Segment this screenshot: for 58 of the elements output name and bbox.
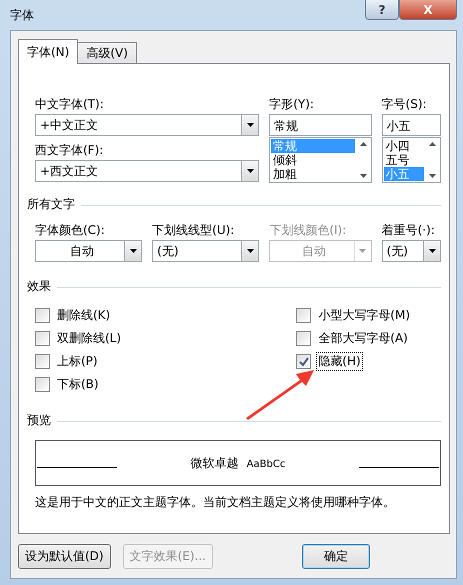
section-heading: 预览 <box>27 412 51 429</box>
check-icon <box>298 356 309 366</box>
combo-box[interactable]: 自动 <box>35 240 142 262</box>
scroll-up-icon[interactable] <box>360 142 367 146</box>
field-label: 字形(Y): <box>269 96 315 113</box>
tab[interactable]: 高级(V) <box>77 42 137 64</box>
checkbox[interactable] <box>35 377 50 392</box>
window-title: 字体 <box>10 7 34 24</box>
field-label: 字体颜色(C): <box>35 222 106 239</box>
checkbox[interactable] <box>296 331 312 346</box>
checkbox-label: 上标(P) <box>56 353 99 370</box>
list-item[interactable]: 五号 <box>384 153 424 167</box>
scroll-up-icon[interactable] <box>428 142 436 146</box>
scroll-down-icon[interactable] <box>360 174 367 178</box>
dropdown-arrow-icon <box>246 123 254 127</box>
scroll-down-icon[interactable] <box>428 174 436 178</box>
checkbox[interactable] <box>35 331 50 346</box>
style-input[interactable]: 常规 <box>269 114 372 136</box>
font-combo-box[interactable]: +中文正文 <box>35 114 260 136</box>
help-button[interactable]: ? <box>365 0 399 20</box>
combo-box[interactable]: (无) <box>382 240 442 262</box>
checkbox-label: 双删除线(L) <box>56 330 122 347</box>
checkbox-label: 全部大写字母(A) <box>317 330 409 347</box>
dialog-button[interactable]: 设为默认值(D) <box>18 544 111 569</box>
field-label: 西文字体(F): <box>35 142 104 159</box>
section-heading: 效果 <box>27 278 51 295</box>
dropdown-arrow-icon <box>246 249 254 253</box>
size-input[interactable]: 小五 <box>382 114 441 136</box>
font-combo-box[interactable]: +西文正文 <box>35 160 260 182</box>
dropdown-arrow-icon <box>359 249 366 253</box>
dropdown-arrow-icon <box>428 249 436 253</box>
field-label: 中文字体(T): <box>35 96 105 113</box>
tab[interactable]: 字体(N) <box>18 39 78 64</box>
field-label: 字号(S): <box>382 96 428 113</box>
checkbox-label: 下标(B) <box>56 376 100 393</box>
list-item[interactable]: 加粗 <box>271 167 355 181</box>
dropdown-arrow-icon <box>246 169 254 173</box>
description-text: 这是用于中文的正文主题字体。当前文档主题定义将使用哪种字体。 <box>35 494 396 511</box>
checkbox-label: 删除线(K) <box>56 307 112 324</box>
checkbox-label: 隐藏(H) <box>317 353 362 370</box>
field-label: 下划线颜色(I): <box>269 222 348 239</box>
field-label: 下划线线型(U): <box>152 222 236 239</box>
checkbox[interactable] <box>296 354 312 369</box>
list-item[interactable]: 倾斜 <box>271 153 355 167</box>
section-heading: 所有文字 <box>27 196 75 213</box>
list-box[interactable]: 小四 五号 小五 <box>382 137 441 183</box>
checkbox[interactable] <box>35 354 50 369</box>
checkbox[interactable] <box>35 308 50 323</box>
dropdown-arrow-icon <box>130 249 137 253</box>
checkbox-label: 小型大写字母(M) <box>317 307 411 324</box>
preview-sample: 微软卓越 AaBbCc <box>190 454 286 472</box>
combo-box[interactable]: (无) <box>152 240 260 262</box>
arrow-drawing <box>244 368 316 420</box>
list-box[interactable]: 常规 倾斜 加粗 <box>269 137 372 183</box>
checkbox[interactable] <box>296 308 312 323</box>
dialog-button[interactable]: 确定 <box>302 544 370 569</box>
field-label: 着重号(·): <box>382 222 436 239</box>
list-item[interactable]: 小四 <box>384 139 424 153</box>
